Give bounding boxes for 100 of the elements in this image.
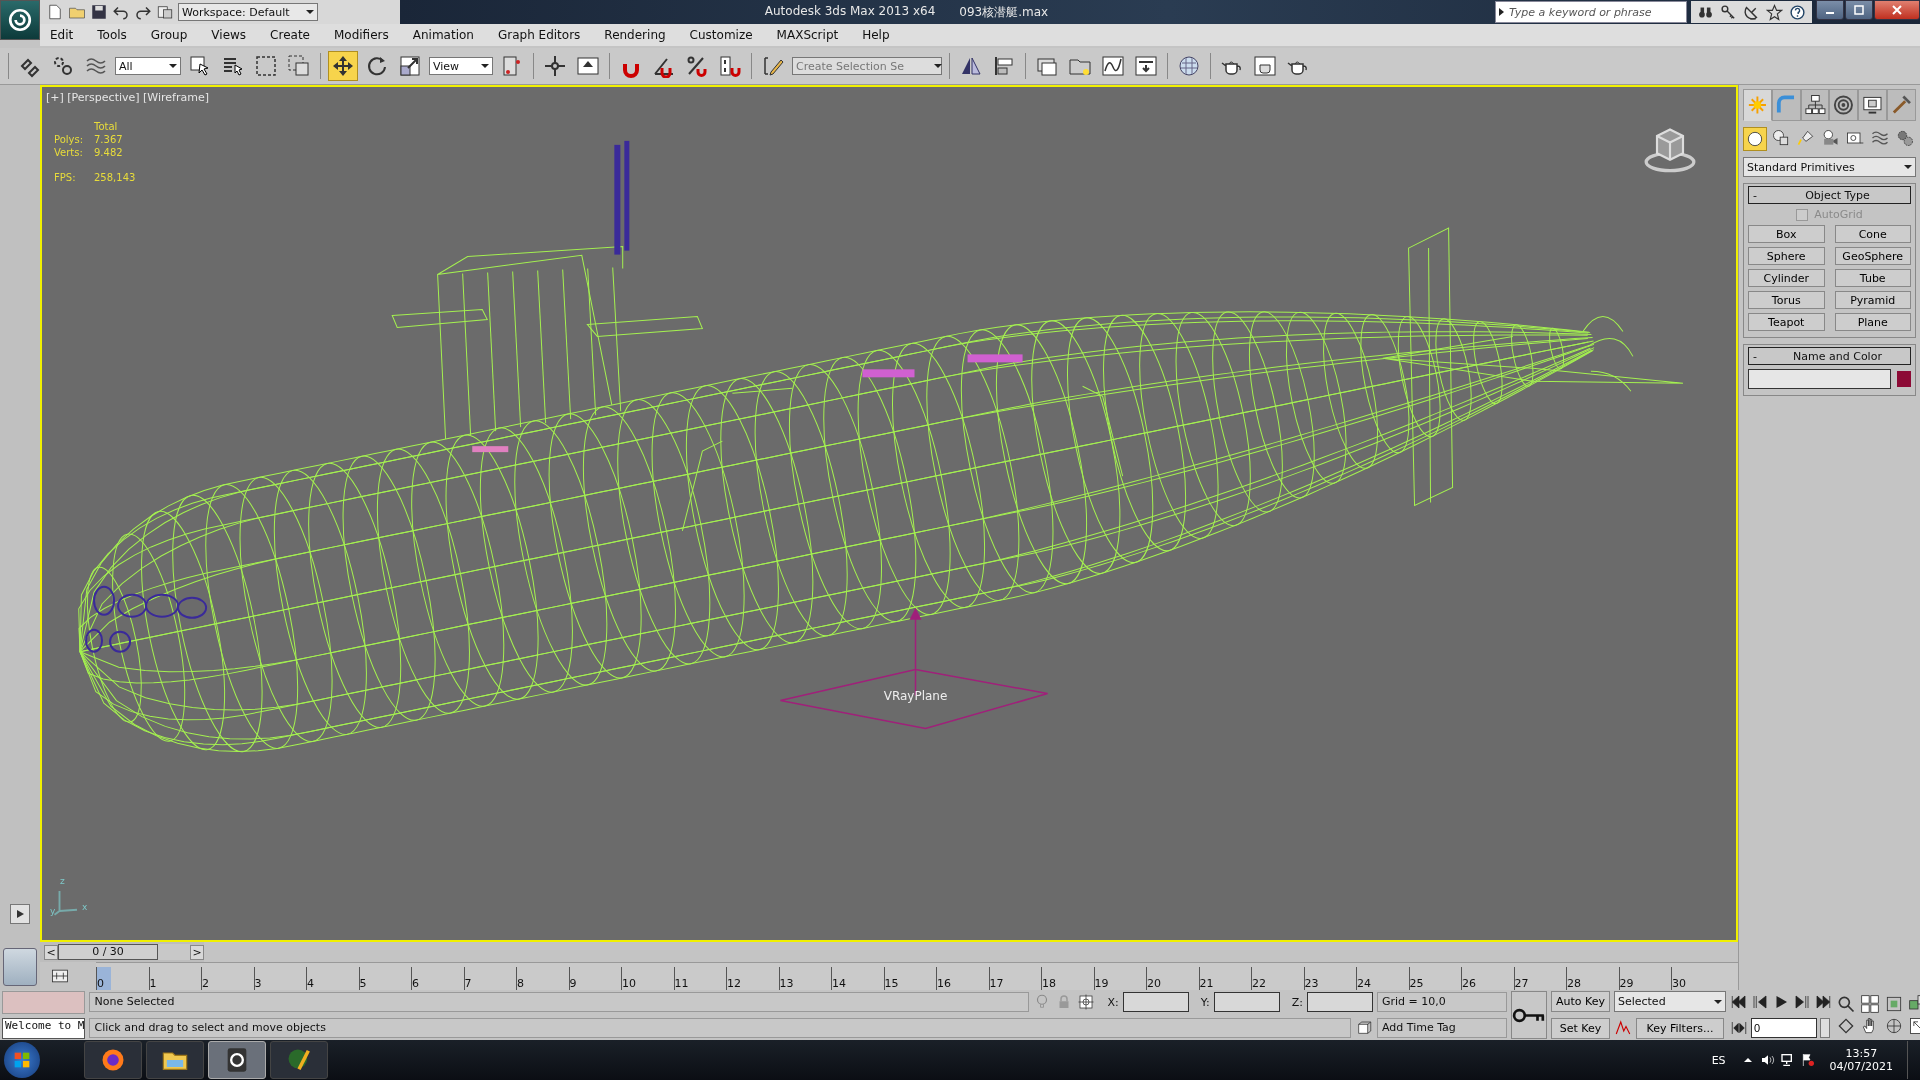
rollout-header[interactable]: - Name and Color (1748, 347, 1911, 365)
hierarchy-icon[interactable] (1800, 89, 1830, 121)
previous-frame-icon[interactable] (1750, 993, 1769, 1011)
object-color-swatch[interactable] (1897, 371, 1911, 387)
fps-value: 258,143 (94, 172, 136, 183)
primitive-button[interactable]: Teapot (1748, 313, 1825, 331)
object-name-field[interactable] (1748, 369, 1891, 389)
display-icon[interactable] (1858, 89, 1888, 121)
frame-number: 0 (96, 966, 111, 991)
primitive-button[interactable]: Tube (1834, 269, 1911, 287)
primitive-button[interactable]: GeoSphere (1834, 247, 1911, 265)
primitive-button[interactable]: Cylinder (1748, 269, 1825, 287)
viewport[interactable]: [+] [Perspective] [Wireframe] Total Polys: 7.367 Verts: 9.482 FPS: 258,143 VRayPlane z y x (40, 85, 1738, 942)
motion-icon[interactable] (1829, 89, 1859, 121)
close-button[interactable] (1874, 0, 1920, 20)
key-mode-dropdown[interactable]: Selected (1613, 991, 1726, 1012)
move-icon[interactable] (328, 51, 358, 81)
menu-item[interactable]: Tools (97, 28, 127, 42)
workspace-dropdown[interactable]: Workspace: Default (178, 3, 318, 21)
rollout-header[interactable]: - Object Type (1748, 186, 1911, 204)
selection-filter-dropdown[interactable]: All (115, 57, 181, 75)
y-coordinate-field[interactable] (1213, 992, 1280, 1012)
taskbar-app-button[interactable] (208, 1041, 266, 1079)
zoom-all-icon[interactable] (1859, 994, 1880, 1014)
search-field[interactable]: Type a keyword or phrase (1495, 1, 1687, 23)
x-coordinate-field[interactable] (1122, 992, 1189, 1012)
menu-item[interactable]: Views (211, 28, 247, 42)
time-slider-thumb[interactable]: 0 / 30 (58, 944, 158, 960)
menu-item[interactable]: Group (150, 28, 188, 42)
named-selection-dropdown[interactable]: Create Selection Se (792, 57, 942, 75)
new-file-icon[interactable] (46, 3, 64, 21)
key-icon[interactable] (1511, 1006, 1546, 1024)
taskbar-app-button[interactable] (146, 1041, 204, 1079)
stat-value: 7.367 (94, 134, 124, 145)
key-icon[interactable] (1720, 3, 1737, 21)
object-label: VRayPlane (883, 688, 948, 703)
primitive-button[interactable]: Torus (1748, 291, 1825, 309)
axis-label: x (82, 902, 88, 912)
set-key-button[interactable] (1510, 991, 1547, 1039)
mini-curve-editor-button[interactable] (3, 948, 37, 986)
key-mode-toggle-icon[interactable] (1729, 1019, 1748, 1037)
key-filters-button[interactable]: Key Filters... (1635, 1017, 1724, 1039)
taskbar-app-button[interactable] (84, 1041, 142, 1079)
menu-item[interactable]: Create (270, 28, 310, 42)
maxscript-listener-field[interactable]: Welcome to M (2, 1018, 86, 1039)
frame-spinner[interactable] (1819, 1018, 1830, 1038)
primitive-button[interactable]: Plane (1834, 313, 1911, 331)
play-button[interactable] (10, 904, 30, 924)
set-key-mode-button[interactable]: Set Key (1550, 1018, 1610, 1039)
clock-time[interactable]: 13:57 (1845, 1047, 1878, 1060)
app-logo-icon[interactable] (7, 7, 33, 33)
named-selection-field[interactable]: Create Selection Se (796, 59, 930, 73)
project-folder-icon[interactable] (156, 3, 174, 21)
menu-item[interactable]: Customize (689, 28, 753, 42)
menu-item[interactable]: MAXScript (776, 28, 839, 42)
taskbar-app-button[interactable] (270, 1041, 328, 1079)
viewport-label[interactable]: [+] [Perspective] [Wireframe] (46, 91, 210, 104)
z-coordinate-field[interactable] (1306, 992, 1373, 1012)
selection-status: None Selected (89, 992, 1030, 1012)
key-tangent-icon[interactable] (1613, 1019, 1632, 1037)
maxscript-output-field[interactable] (2, 991, 86, 1014)
go-to-end-icon[interactable] (1813, 993, 1832, 1011)
primitive-button[interactable]: Box (1748, 225, 1825, 243)
menu-item[interactable]: Rendering (604, 28, 666, 42)
previous-frame-button[interactable]: < (44, 944, 58, 960)
menu-item[interactable]: Modifiers (333, 28, 389, 42)
clock-date[interactable]: 04/07/2021 (1829, 1060, 1893, 1073)
maximize-button[interactable] (1845, 0, 1873, 20)
help-icon[interactable] (1789, 3, 1806, 21)
add-time-tag-button[interactable]: Add Time Tag (1376, 1018, 1507, 1038)
primitive-button[interactable]: Cone (1834, 225, 1911, 243)
file-name: 093核潜艇.max (959, 3, 1049, 21)
primitive-button[interactable]: Pyramid (1834, 291, 1911, 309)
minimize-button[interactable] (1816, 0, 1844, 20)
play-icon[interactable] (15, 909, 25, 919)
close-icon[interactable] (1892, 5, 1902, 15)
maximize-icon[interactable] (1854, 5, 1864, 15)
menu-item[interactable]: Help (862, 28, 890, 42)
auto-key-button[interactable]: Auto Key (1550, 991, 1610, 1012)
time-slider-track[interactable]: 0 / 30 (58, 944, 190, 960)
menu-item[interactable]: Graph Editors (497, 28, 581, 42)
current-frame-field[interactable]: 0 (1750, 1018, 1817, 1038)
primitive-button[interactable]: Sphere (1748, 247, 1825, 265)
star-icon[interactable] (1766, 3, 1783, 21)
menu-item[interactable]: Edit (50, 28, 74, 42)
save-icon[interactable] (90, 3, 108, 21)
language-indicator[interactable]: ES (1711, 1053, 1726, 1067)
stat-label: Verts: (54, 147, 84, 158)
reference-coordinate-dropdown[interactable]: View (429, 57, 493, 75)
application-menu-button[interactable] (0, 0, 40, 40)
coordinate-label: Z: (1291, 995, 1303, 1009)
go-to-start-icon[interactable] (1729, 993, 1748, 1011)
start-button[interactable] (4, 1042, 40, 1078)
track-bar[interactable]: 0 1 2 3 4 5 6 7 8 9 10 11 12 13 14 15 16 17 18 19 20 21 22 23 24 25 26 27 28 29 30 (96, 961, 1738, 991)
absolute-mode-icon[interactable] (1077, 993, 1096, 1011)
menu-item[interactable]: Animation (412, 28, 474, 42)
next-frame-button[interactable]: > (190, 944, 204, 960)
satellite-icon[interactable] (1743, 3, 1760, 21)
object-category-dropdown[interactable]: Standard Primitives (1743, 157, 1916, 177)
next-frame-icon[interactable] (1792, 993, 1811, 1011)
